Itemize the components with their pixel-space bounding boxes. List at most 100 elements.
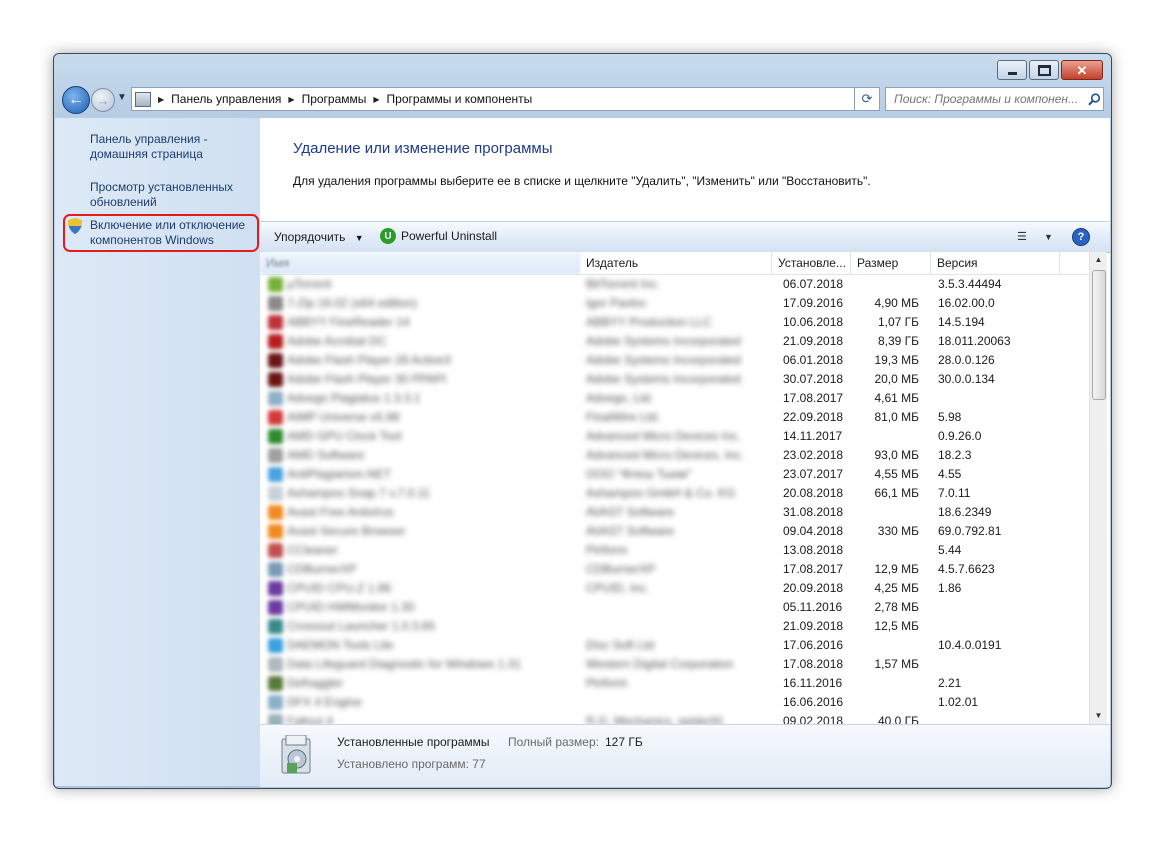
program-name: CPUID CPU-Z 1.86 <box>287 581 392 595</box>
program-size: 1,07 ГБ <box>877 315 919 329</box>
program-publisher: FinalWire Ltd. <box>586 410 661 424</box>
program-size: 330 МБ <box>877 524 919 538</box>
column-header-name[interactable]: Имя <box>260 252 580 274</box>
scroll-down-icon[interactable]: ▼ <box>1090 708 1107 724</box>
table-row[interactable]: Avast Free Antivirus AVAST Software 31.08.… <box>260 503 1089 522</box>
program-icon <box>268 638 283 653</box>
forward-button[interactable]: → <box>91 88 115 112</box>
search-box[interactable] <box>885 87 1104 111</box>
chevron-right-icon[interactable]: ▶ <box>288 95 294 104</box>
table-row[interactable]: DFX 4 Engine 16.06.2016 1.02.01 <box>260 693 1089 712</box>
chevron-right-icon[interactable]: ▶ <box>373 95 379 104</box>
program-name: CPUID HWMonitor 1.30 <box>287 600 415 614</box>
program-publisher: BitTorrent Inc. <box>586 277 661 291</box>
program-name: DFX 4 Engine <box>287 695 362 709</box>
table-row[interactable]: Data Lifeguard Diagnostic for Windows 1.… <box>260 655 1089 674</box>
column-header-version[interactable]: Версия <box>931 252 1060 274</box>
table-row[interactable]: Avast Secure Browser AVAST Software 09.04.… <box>260 522 1089 541</box>
column-header-publisher[interactable]: Издатель <box>580 252 772 274</box>
control-panel-home-link[interactable]: Панель управления - домашняя страница <box>90 132 255 162</box>
program-install-date: 16.06.2016 <box>783 695 844 709</box>
breadcrumb-control-panel[interactable]: Панель управления <box>171 92 281 106</box>
program-publisher: AVAST Software <box>586 524 675 538</box>
program-size <box>852 693 927 712</box>
program-icon <box>268 581 283 596</box>
program-size <box>852 275 927 294</box>
program-size: 19,3 МБ <box>874 353 919 367</box>
table-row[interactable]: CPUID CPU-Z 1.86 CPUID, Inc. 20.09.2018 4,2… <box>260 579 1089 598</box>
search-input[interactable] <box>892 91 1086 107</box>
minimize-button[interactable] <box>997 60 1027 80</box>
column-header-installed[interactable]: Установле... <box>772 252 851 274</box>
table-row[interactable]: AMD GPU Clock Tool Advanced Micro Devices… <box>260 427 1089 446</box>
organize-menu-button[interactable]: Упорядочить ▼ <box>274 230 364 244</box>
table-row[interactable]: Adobe Flash Player 30 PPAPI Adobe Systems… <box>260 370 1089 389</box>
program-version: 7.0.11 <box>938 486 971 500</box>
program-publisher: R.G. Mechanics, spider91 <box>586 714 725 724</box>
table-row[interactable]: 7-Zip 16.02 (x64 edition) Igor Pavlov 17.0… <box>260 294 1089 313</box>
program-version: 1.86 <box>938 581 962 595</box>
program-version: 3.5.3.44494 <box>938 277 1002 291</box>
program-install-date: 23.07.2017 <box>783 467 844 481</box>
program-version: 30.0.0.134 <box>938 372 995 386</box>
table-row[interactable]: CPUID HWMonitor 1.30 05.11.2016 2,78 МБ <box>260 598 1089 617</box>
program-publisher: Disc Soft Ltd <box>586 638 655 652</box>
maximize-button[interactable] <box>1029 60 1059 80</box>
program-icon <box>268 315 283 330</box>
recent-pages-dropdown[interactable]: ▼ <box>117 92 127 103</box>
powerful-uninstall-button[interactable]: U Powerful Uninstall <box>380 228 497 244</box>
view-installed-updates-link[interactable]: Просмотр установленных обновлений <box>90 180 255 210</box>
program-install-date: 23.02.2018 <box>783 448 844 462</box>
program-install-date: 09.02.2018 <box>783 714 844 724</box>
program-install-date: 10.06.2018 <box>783 315 844 329</box>
program-version: 28.0.0.126 <box>938 353 995 367</box>
total-size-label: Полный размер: <box>508 735 599 749</box>
table-row[interactable]: µTorrent BitTorrent Inc. 06.07.2018 3.5.3.4… <box>260 275 1089 294</box>
vertical-scrollbar[interactable]: ▲ ▼ <box>1089 252 1107 724</box>
program-version: 0.9.26.0 <box>938 429 982 443</box>
program-count: Установлено программ: 77 <box>337 757 486 771</box>
program-publisher: Ashampoo GmbH & Co. KG <box>586 486 736 500</box>
address-bar[interactable]: ▶ Панель управления ▶ Программы ▶ Програ… <box>131 87 867 111</box>
table-row[interactable]: Ashampoo Snap 7 v.7.0.11 Ashampoo GmbH & … <box>260 484 1089 503</box>
table-row[interactable]: Crossout Launcher 1.0.3.65 21.09.2018 12,5… <box>260 617 1089 636</box>
breadcrumb-programs[interactable]: Программы <box>302 92 367 106</box>
table-row[interactable]: Advego Plagiatus 1.3.3.1 Advego, Ltd. 17.0… <box>260 389 1089 408</box>
program-name: Crossout Launcher 1.0.3.65 <box>287 619 436 633</box>
window-controls: ✕ <box>997 60 1103 80</box>
help-icon: ? <box>1077 231 1085 243</box>
program-size: 12,5 МБ <box>874 619 919 633</box>
refresh-button[interactable]: ⟳ <box>854 87 880 111</box>
table-row[interactable]: AMD Software Advanced Micro Devices, Inc.… <box>260 446 1089 465</box>
installed-programs-icon <box>281 735 311 774</box>
program-install-date: 20.08.2018 <box>783 486 844 500</box>
breadcrumb-programs-and-features[interactable]: Программы и компоненты <box>387 92 533 106</box>
table-row[interactable]: AIMP Universe v5.98 FinalWire Ltd. 22.09.2… <box>260 408 1089 427</box>
program-size: 1,57 МБ <box>874 657 919 671</box>
search-icon[interactable] <box>1086 91 1102 107</box>
table-row[interactable]: Fallout 4 R.G. Mechanics, spider91 09.02.2… <box>260 712 1089 724</box>
close-icon: ✕ <box>1076 62 1088 78</box>
help-button[interactable]: ? <box>1072 228 1090 246</box>
table-row[interactable]: Adobe Flash Player 28 ActiveX Adobe Syste… <box>260 351 1089 370</box>
close-button[interactable]: ✕ <box>1061 60 1103 80</box>
program-name: Advego Plagiatus 1.3.3.1 <box>287 391 421 405</box>
program-size: 4,90 МБ <box>874 296 919 310</box>
table-row[interactable]: CDBurnerXP CDBurnerXP 17.08.2017 12,9 МБ 4.5… <box>260 560 1089 579</box>
scroll-up-icon[interactable]: ▲ <box>1090 252 1107 268</box>
change-view-button[interactable]: ☰ ▼ <box>1017 230 1053 243</box>
program-icon <box>268 353 283 368</box>
table-row[interactable]: CCleaner Piriform 13.08.2018 5.44 <box>260 541 1089 560</box>
program-install-date: 21.09.2018 <box>783 619 844 633</box>
table-row[interactable]: Defraggler Piriform 16.11.2016 2.21 <box>260 674 1089 693</box>
back-button[interactable]: ← <box>62 86 90 114</box>
column-header-size[interactable]: Размер <box>851 252 931 274</box>
table-row[interactable]: Adobe Acrobat DC Adobe Systems Incorporat… <box>260 332 1089 351</box>
table-row[interactable]: ABBYY FineReader 14 ABBYY Production LLC 1… <box>260 313 1089 332</box>
table-row[interactable]: DAEMON Tools Lite Disc Soft Ltd 17.06.2016… <box>260 636 1089 655</box>
program-install-date: 06.07.2018 <box>783 277 844 291</box>
chevron-right-icon[interactable]: ▶ <box>158 95 164 104</box>
table-row[interactable]: AntiPlagiarism.NET ООО "Флеш Тьюм" 23.07.2… <box>260 465 1089 484</box>
scrollbar-thumb[interactable] <box>1092 270 1106 400</box>
program-name: Adobe Acrobat DC <box>287 334 387 348</box>
